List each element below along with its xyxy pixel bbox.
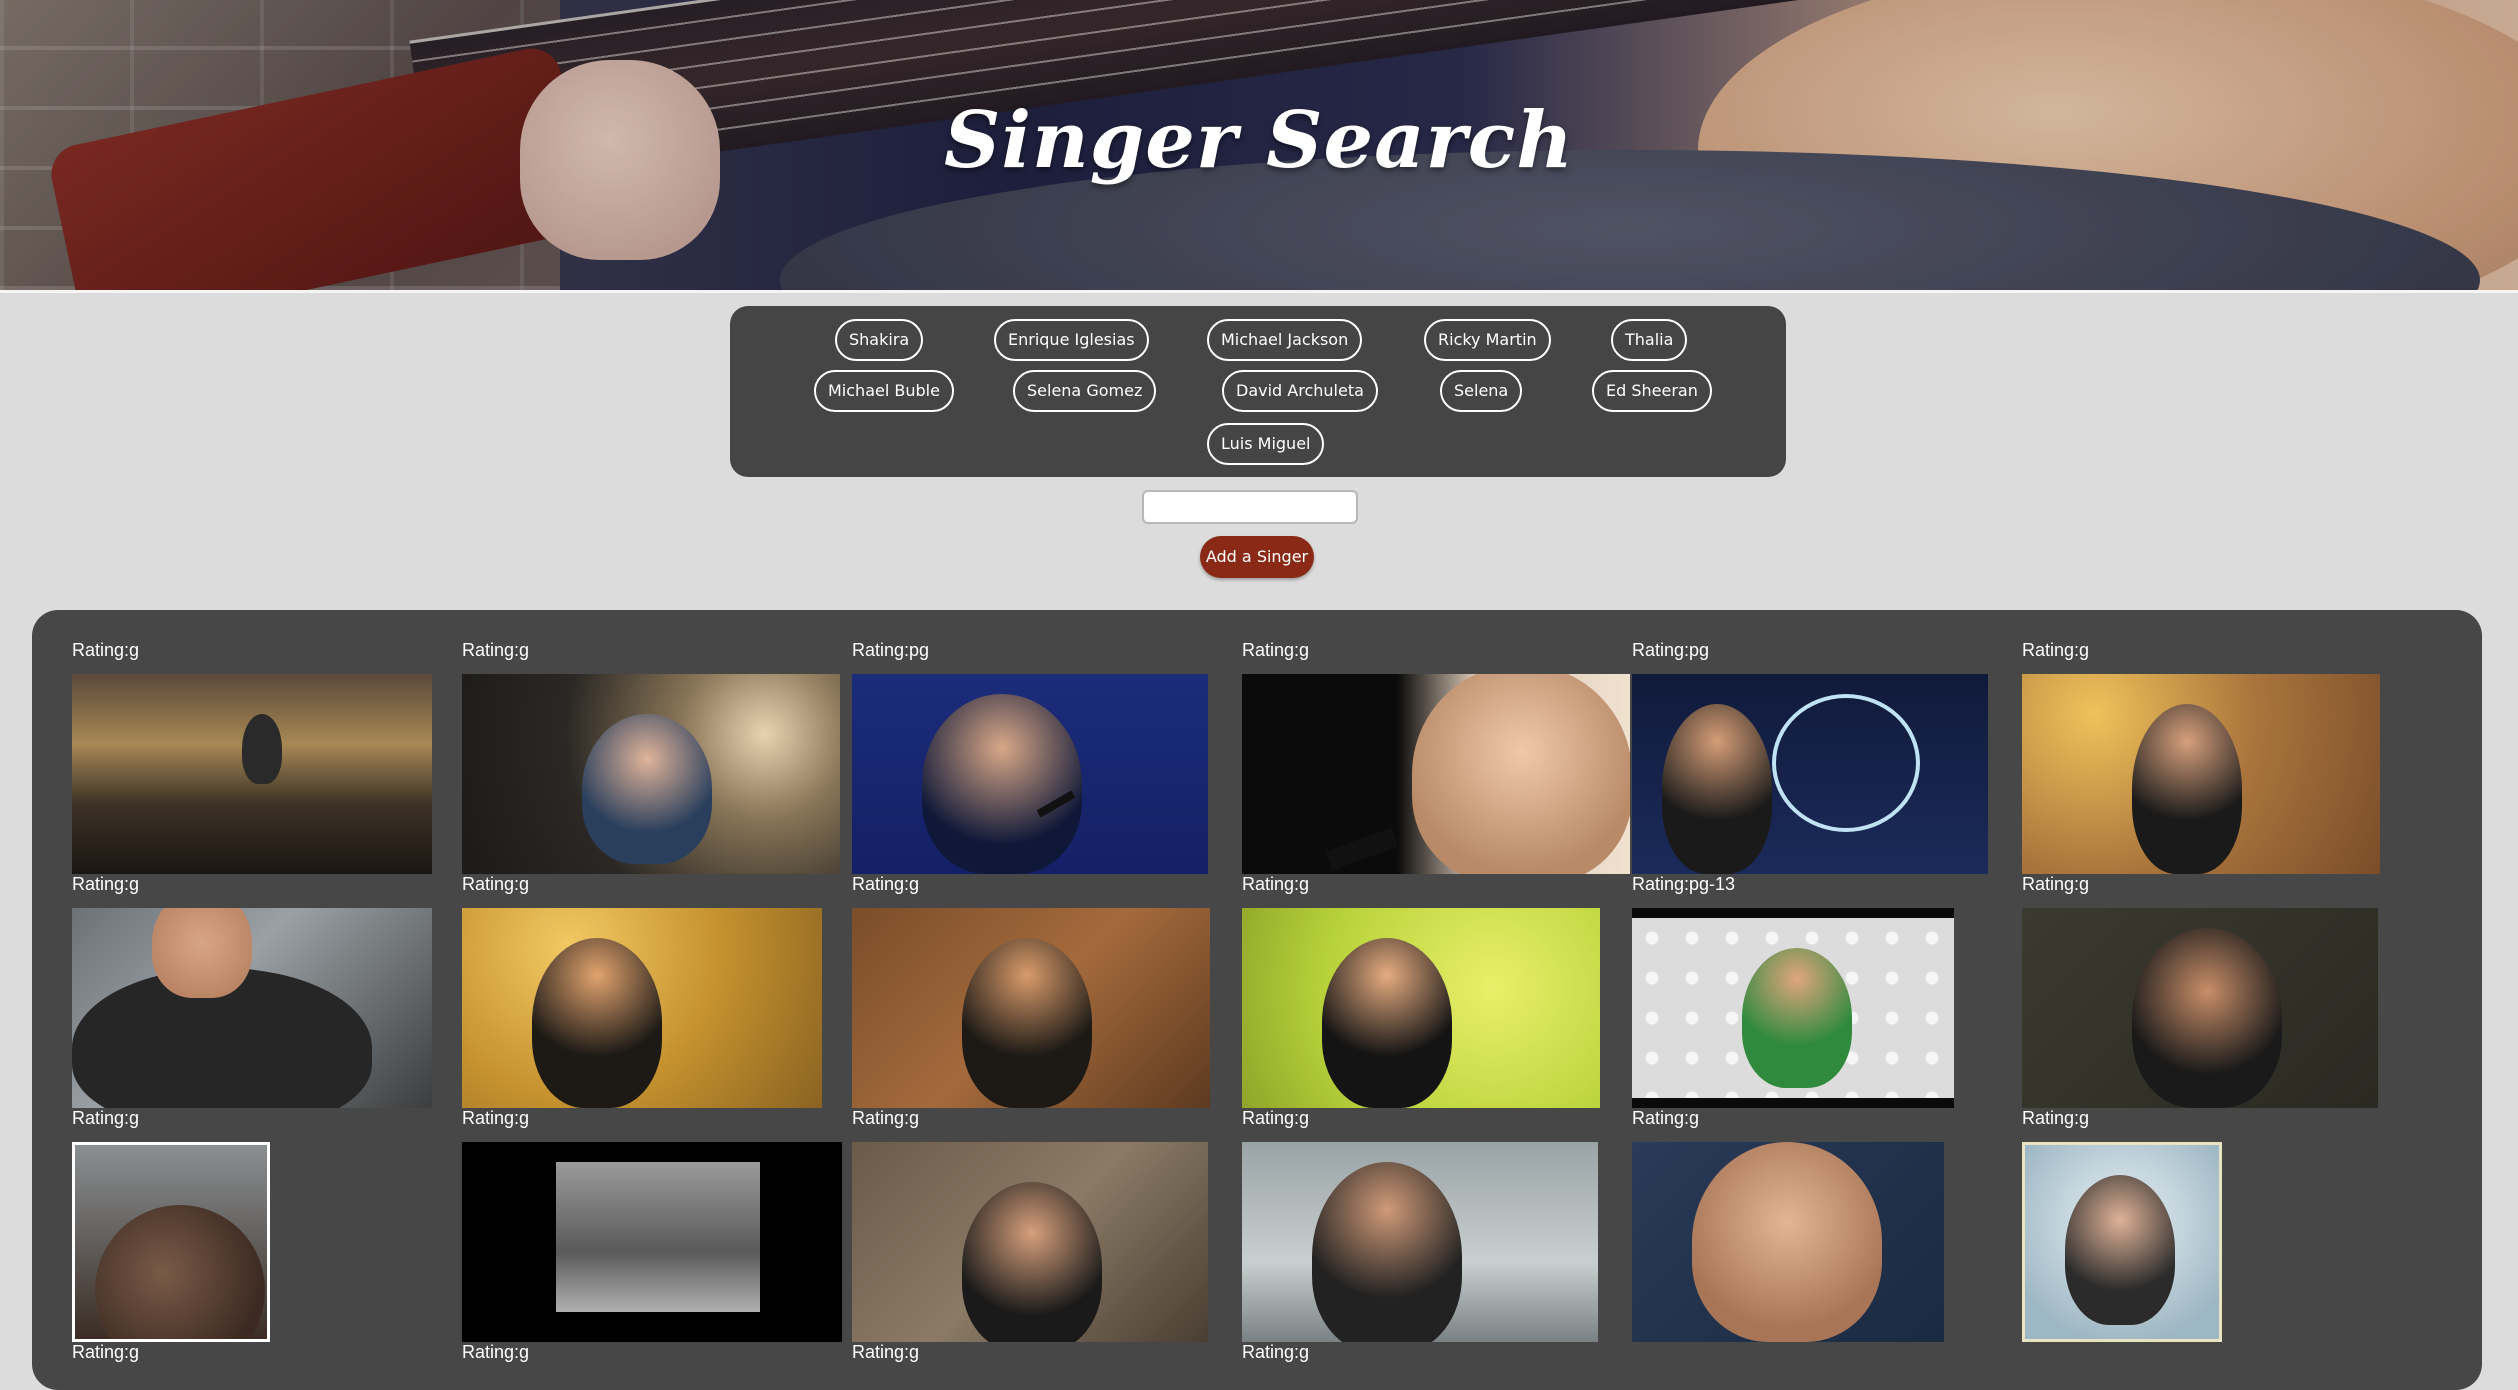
gif-image[interactable]: [1242, 674, 1630, 874]
gif-rating: Rating:pg-13: [1632, 874, 1736, 894]
gif-rating: Rating:g: [462, 1342, 530, 1362]
gif-rating: Rating:g: [1242, 640, 1310, 660]
gif-image[interactable]: [1242, 1142, 1598, 1342]
singer-button-shakira[interactable]: Shakira: [835, 319, 924, 361]
add-singer-button[interactable]: Add a Singer: [1200, 536, 1314, 578]
gif-rating: Rating:g: [2022, 1108, 2090, 1128]
singer-button-david-archuleta[interactable]: David Archuleta: [1222, 370, 1378, 412]
gif-rating: Rating:g: [852, 1108, 920, 1128]
gif-rating: Rating:g: [852, 874, 920, 894]
header-divider: [0, 290, 2518, 293]
singer-button-michael-buble[interactable]: Michael Buble: [814, 370, 954, 412]
gif-image[interactable]: [2022, 1142, 2222, 1342]
gif-image[interactable]: [1632, 674, 1988, 874]
gif-image[interactable]: [72, 908, 432, 1108]
gif-image[interactable]: [72, 674, 432, 874]
singer-button-thalia[interactable]: Thalia: [1611, 319, 1688, 361]
gif-rating: Rating:g: [1242, 1342, 1310, 1362]
gif-image[interactable]: [1632, 908, 1954, 1108]
gif-image[interactable]: [1632, 1142, 1944, 1342]
gif-image[interactable]: [462, 908, 822, 1108]
singer-button-panel: Shakira Enrique Iglesias Michael Jackson…: [730, 306, 1786, 477]
gif-rating: Rating:g: [72, 1108, 140, 1128]
singer-button-ed-sheeran[interactable]: Ed Sheeran: [1592, 370, 1712, 412]
gif-image[interactable]: [2022, 674, 2380, 874]
singer-input[interactable]: [1142, 490, 1358, 524]
singer-button-michael-jackson[interactable]: Michael Jackson: [1207, 319, 1363, 361]
gif-results-panel: Rating:g Rating:g Rating:pg Rating:g Rat…: [32, 610, 2482, 1390]
gif-rating: Rating:g: [462, 640, 530, 660]
gif-rating: Rating:g: [462, 1108, 530, 1128]
gif-image[interactable]: [2022, 908, 2378, 1108]
gif-image[interactable]: [852, 1142, 1208, 1342]
gif-rating: Rating:g: [2022, 874, 2090, 894]
gif-image[interactable]: [852, 674, 1208, 874]
gif-image[interactable]: [462, 1142, 842, 1342]
singer-button-luis-miguel[interactable]: Luis Miguel: [1207, 423, 1325, 465]
hero-banner: Singer Search: [0, 0, 2518, 290]
singer-button-ricky-martin[interactable]: Ricky Martin: [1424, 319, 1551, 361]
gif-rating: Rating:pg: [852, 640, 930, 660]
singer-button-selena[interactable]: Selena: [1440, 370, 1523, 412]
gif-rating: Rating:g: [1242, 874, 1310, 894]
gif-rating: Rating:g: [852, 1342, 920, 1362]
singer-button-selena-gomez[interactable]: Selena Gomez: [1013, 370, 1157, 412]
singer-button-enrique-iglesias[interactable]: Enrique Iglesias: [994, 319, 1149, 361]
gif-rating: Rating:g: [72, 1342, 140, 1362]
page-title: Singer Search: [944, 95, 1574, 186]
gif-rating: Rating:pg: [1632, 640, 1710, 660]
gif-image[interactable]: [852, 908, 1210, 1108]
gif-rating: Rating:g: [1632, 1108, 1700, 1128]
gif-rating: Rating:g: [2022, 640, 2090, 660]
gif-rating: Rating:g: [72, 640, 140, 660]
gif-rating: Rating:g: [72, 874, 140, 894]
gif-image[interactable]: [72, 1142, 270, 1342]
gif-image[interactable]: [462, 674, 840, 874]
gif-rating: Rating:g: [462, 874, 530, 894]
gif-image[interactable]: [1242, 908, 1600, 1108]
gif-rating: Rating:g: [1242, 1108, 1310, 1128]
